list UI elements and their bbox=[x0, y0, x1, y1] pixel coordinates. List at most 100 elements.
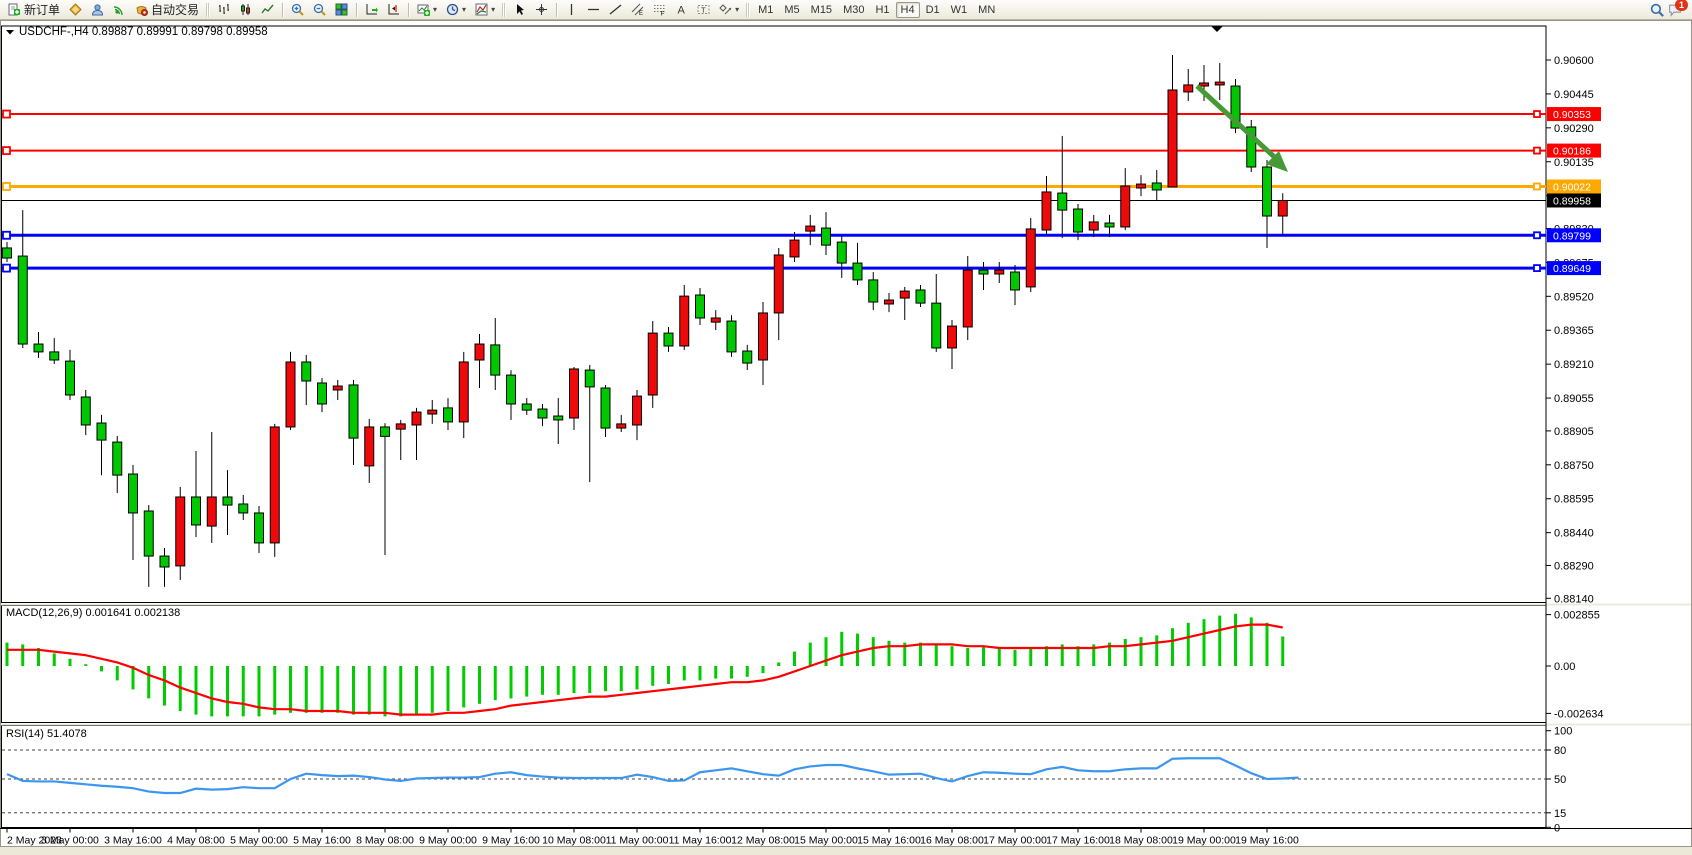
candle-body bbox=[1137, 184, 1146, 188]
candle-body bbox=[318, 383, 327, 404]
line-handle[interactable] bbox=[1534, 111, 1540, 117]
signal-icon bbox=[113, 3, 126, 16]
caret-down-icon: ▾ bbox=[433, 6, 437, 14]
timeframe-d1-button[interactable]: D1 bbox=[921, 2, 945, 18]
candlestick-button[interactable] bbox=[235, 1, 256, 19]
time-tick-label: 11 May 16:00 bbox=[669, 835, 732, 847]
timeframe-h1-button[interactable]: H1 bbox=[870, 2, 894, 18]
fibonacci-button[interactable]: F bbox=[649, 1, 670, 19]
text-button[interactable]: A bbox=[671, 1, 692, 19]
candle-body bbox=[1168, 90, 1177, 187]
price-level-badge-text: 0.89649 bbox=[1553, 263, 1591, 275]
indicators-button[interactable]: ▾ bbox=[471, 1, 499, 19]
shapes-icon bbox=[719, 3, 732, 16]
caret-down-icon: ▾ bbox=[462, 6, 466, 14]
chat-icon[interactable]: 1 bbox=[1668, 3, 1682, 17]
cursor-button[interactable] bbox=[509, 1, 530, 19]
time-tick-label: 5 May 00:00 bbox=[230, 835, 288, 847]
line-handle[interactable] bbox=[3, 265, 10, 272]
price-tick-label: 0.88905 bbox=[1554, 426, 1594, 438]
line-chart-button[interactable] bbox=[257, 1, 278, 19]
channel-button[interactable]: E bbox=[627, 1, 648, 19]
line-handle[interactable] bbox=[1534, 232, 1540, 238]
timeframe-m5-button[interactable]: M5 bbox=[779, 2, 804, 18]
time-tick-label: 17 May 16:00 bbox=[1046, 835, 1110, 847]
notification-badge: 1 bbox=[1675, 0, 1688, 11]
line-handle[interactable] bbox=[3, 183, 10, 190]
chart-shift-button[interactable] bbox=[383, 1, 404, 19]
timeframe-mn-button[interactable]: MN bbox=[973, 2, 1000, 18]
shapes-button[interactable]: ▾ bbox=[715, 1, 743, 19]
candle-body bbox=[664, 333, 673, 346]
timeframe-m30-button[interactable]: M30 bbox=[838, 2, 869, 18]
time-tick-label: 12 May 08:00 bbox=[731, 835, 795, 847]
new-order-button[interactable]: 新订单 bbox=[4, 1, 64, 19]
candle-body bbox=[522, 404, 531, 410]
candle-body bbox=[995, 270, 1004, 274]
line-handle[interactable] bbox=[1534, 148, 1540, 154]
line-handle[interactable] bbox=[1534, 183, 1540, 189]
price-tick-label: 0.90290 bbox=[1554, 123, 1594, 135]
candle-body bbox=[1152, 183, 1161, 190]
new-chart-button[interactable]: ▾ bbox=[413, 1, 441, 19]
time-tick-label: 18 May 08:00 bbox=[1109, 835, 1173, 847]
timeframe-m1-button[interactable]: M1 bbox=[753, 2, 778, 18]
candle-body bbox=[66, 361, 75, 395]
time-tick-label: 3 May 00:00 bbox=[41, 835, 99, 847]
candle-body bbox=[412, 412, 421, 425]
time-tick-label: 10 May 08:00 bbox=[542, 835, 606, 847]
candle-body bbox=[381, 427, 390, 436]
time-tick-label: 16 May 08:00 bbox=[920, 835, 984, 847]
trendline-button[interactable] bbox=[605, 1, 626, 19]
candle-body bbox=[1215, 82, 1224, 85]
line-handle[interactable] bbox=[3, 232, 10, 239]
tile-windows-button[interactable] bbox=[331, 1, 352, 19]
price-tick-label: 0.88440 bbox=[1554, 528, 1594, 540]
panel-splitter[interactable] bbox=[1, 604, 1691, 606]
price-level-badge-text: 0.90353 bbox=[1553, 109, 1591, 121]
new-order-button-label: 新订单 bbox=[24, 1, 60, 18]
timeframe-h4-button[interactable]: H4 bbox=[896, 2, 920, 18]
candle-body bbox=[113, 442, 122, 475]
line-handle[interactable] bbox=[1534, 265, 1540, 271]
timeframe-w1-button[interactable]: W1 bbox=[946, 2, 973, 18]
candle-body bbox=[711, 318, 720, 322]
panel-splitter[interactable] bbox=[1, 724, 1691, 726]
label-button[interactable]: T bbox=[693, 1, 714, 19]
gold-seal-button[interactable] bbox=[65, 1, 86, 19]
price-tick-label: 0.89055 bbox=[1554, 393, 1594, 405]
rsi-tick-label: 80 bbox=[1554, 745, 1566, 757]
rsi-tick-label: 15 bbox=[1554, 808, 1566, 820]
price-tick-label: 0.88290 bbox=[1554, 560, 1594, 572]
candle-body bbox=[444, 408, 453, 422]
price-chart[interactable]: 0.906000.904450.902900.901350.899800.898… bbox=[0, 20, 1692, 855]
zoom-out-button[interactable] bbox=[309, 1, 330, 19]
auto-scroll-button[interactable] bbox=[361, 1, 382, 19]
candle-body bbox=[869, 280, 878, 302]
community-button[interactable] bbox=[87, 1, 108, 19]
toolbar-grip bbox=[746, 3, 750, 17]
candle-body bbox=[192, 497, 201, 525]
price-level-badge-text: 0.90186 bbox=[1553, 146, 1591, 158]
line-handle[interactable] bbox=[3, 147, 10, 154]
time-tick-label: 9 May 00:00 bbox=[419, 835, 477, 847]
status-strip bbox=[0, 847, 1692, 855]
autotrading-button[interactable]: 自动交易 bbox=[131, 1, 203, 19]
crosshair-button[interactable] bbox=[531, 1, 552, 19]
time-tick-label: 15 May 16:00 bbox=[857, 835, 921, 847]
hline-button[interactable] bbox=[583, 1, 604, 19]
chart-window: 0.906000.904450.902900.901350.899800.898… bbox=[0, 20, 1692, 855]
signal-button[interactable] bbox=[109, 1, 130, 19]
zoom-in-button[interactable] bbox=[287, 1, 308, 19]
profiles-button[interactable]: ▾ bbox=[442, 1, 470, 19]
candle-body bbox=[459, 362, 468, 422]
bar-chart-button[interactable] bbox=[213, 1, 234, 19]
timeframe-m15-button[interactable]: M15 bbox=[806, 2, 837, 18]
vline-button[interactable] bbox=[561, 1, 582, 19]
price-tick-label: 0.90445 bbox=[1554, 89, 1594, 101]
line-handle[interactable] bbox=[3, 111, 10, 118]
candle-body bbox=[743, 351, 752, 363]
search-icon[interactable] bbox=[1650, 3, 1664, 17]
candle-body bbox=[948, 326, 957, 348]
time-tick-label: 11 May 00:00 bbox=[606, 835, 669, 847]
